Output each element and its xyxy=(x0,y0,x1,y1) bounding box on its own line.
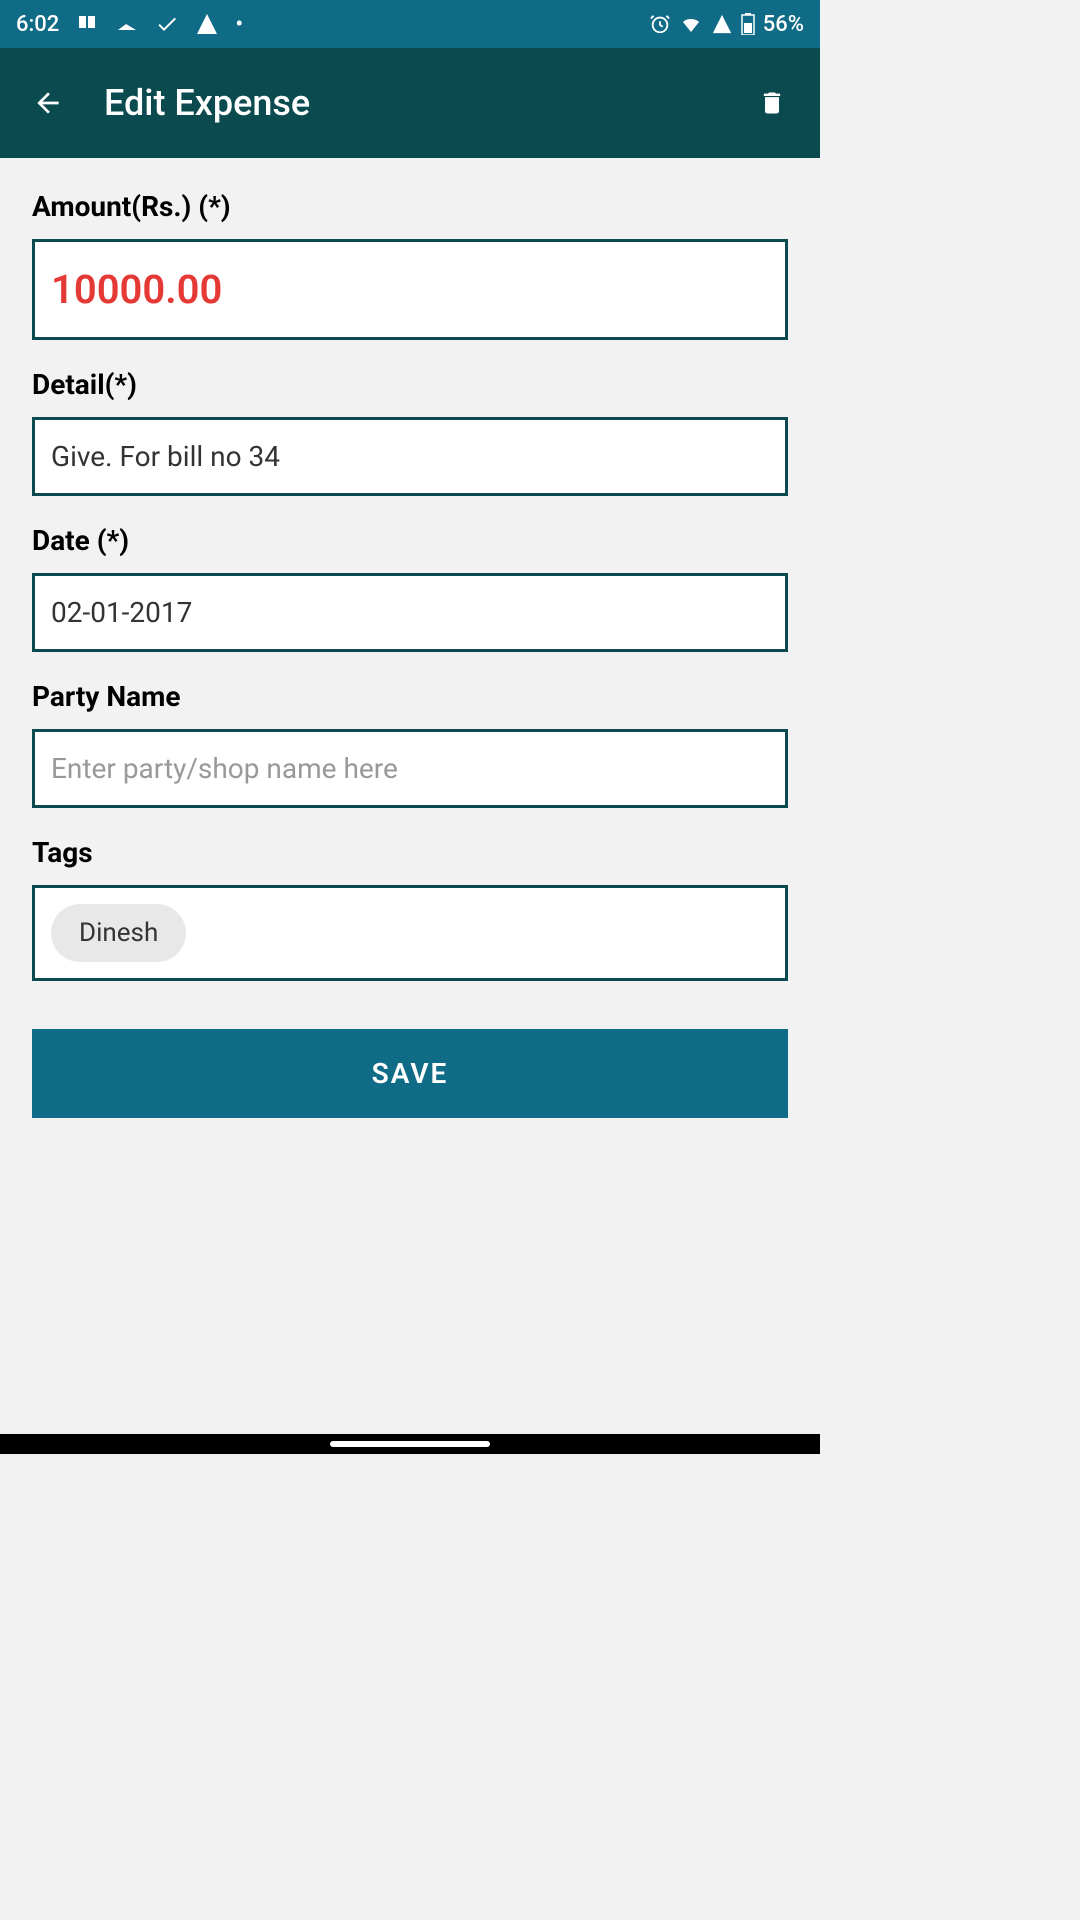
status-bar-left: 6:02 • xyxy=(16,12,243,37)
alarm-icon xyxy=(649,13,671,35)
detail-input[interactable] xyxy=(32,417,788,496)
status-time: 6:02 xyxy=(16,12,59,37)
home-indicator[interactable] xyxy=(330,1441,490,1447)
delete-button[interactable] xyxy=(748,79,796,127)
tags-label: Tags xyxy=(32,836,788,869)
status-bar-right: 56% xyxy=(649,12,804,37)
detail-label: Detail(*) xyxy=(32,368,788,401)
form-content: Amount(Rs.) (*) Detail(*) Date (*) Party… xyxy=(0,158,820,1434)
date-label: Date (*) xyxy=(32,524,788,557)
party-field-group: Party Name xyxy=(32,680,788,808)
app-title: Edit Expense xyxy=(104,82,748,124)
send-icon xyxy=(195,12,219,36)
dot-icon: • xyxy=(235,12,243,37)
status-bar: 6:02 • 56% xyxy=(0,0,820,48)
detail-field-group: Detail(*) xyxy=(32,368,788,496)
tags-input[interactable]: Dinesh xyxy=(32,885,788,981)
book-icon xyxy=(75,12,99,36)
wifi-icon xyxy=(679,12,703,36)
status-battery: 56% xyxy=(763,12,804,37)
shoe-icon xyxy=(115,12,139,36)
bottom-nav-bar xyxy=(0,1434,820,1454)
amount-input[interactable] xyxy=(32,239,788,340)
party-input[interactable] xyxy=(32,729,788,808)
trash-icon xyxy=(758,89,786,117)
app-bar: Edit Expense xyxy=(0,48,820,158)
party-label: Party Name xyxy=(32,680,788,713)
amount-label: Amount(Rs.) (*) xyxy=(32,190,788,223)
amount-field-group: Amount(Rs.) (*) xyxy=(32,190,788,340)
date-input[interactable] xyxy=(32,573,788,652)
back-button[interactable] xyxy=(24,79,72,127)
tags-field-group: Tags Dinesh xyxy=(32,836,788,981)
arrow-left-icon xyxy=(32,87,64,119)
check-icon xyxy=(155,12,179,36)
battery-icon xyxy=(741,13,755,35)
tag-chip[interactable]: Dinesh xyxy=(51,904,186,962)
save-button[interactable]: SAVE xyxy=(32,1029,788,1118)
signal-icon xyxy=(711,13,733,35)
date-field-group: Date (*) xyxy=(32,524,788,652)
